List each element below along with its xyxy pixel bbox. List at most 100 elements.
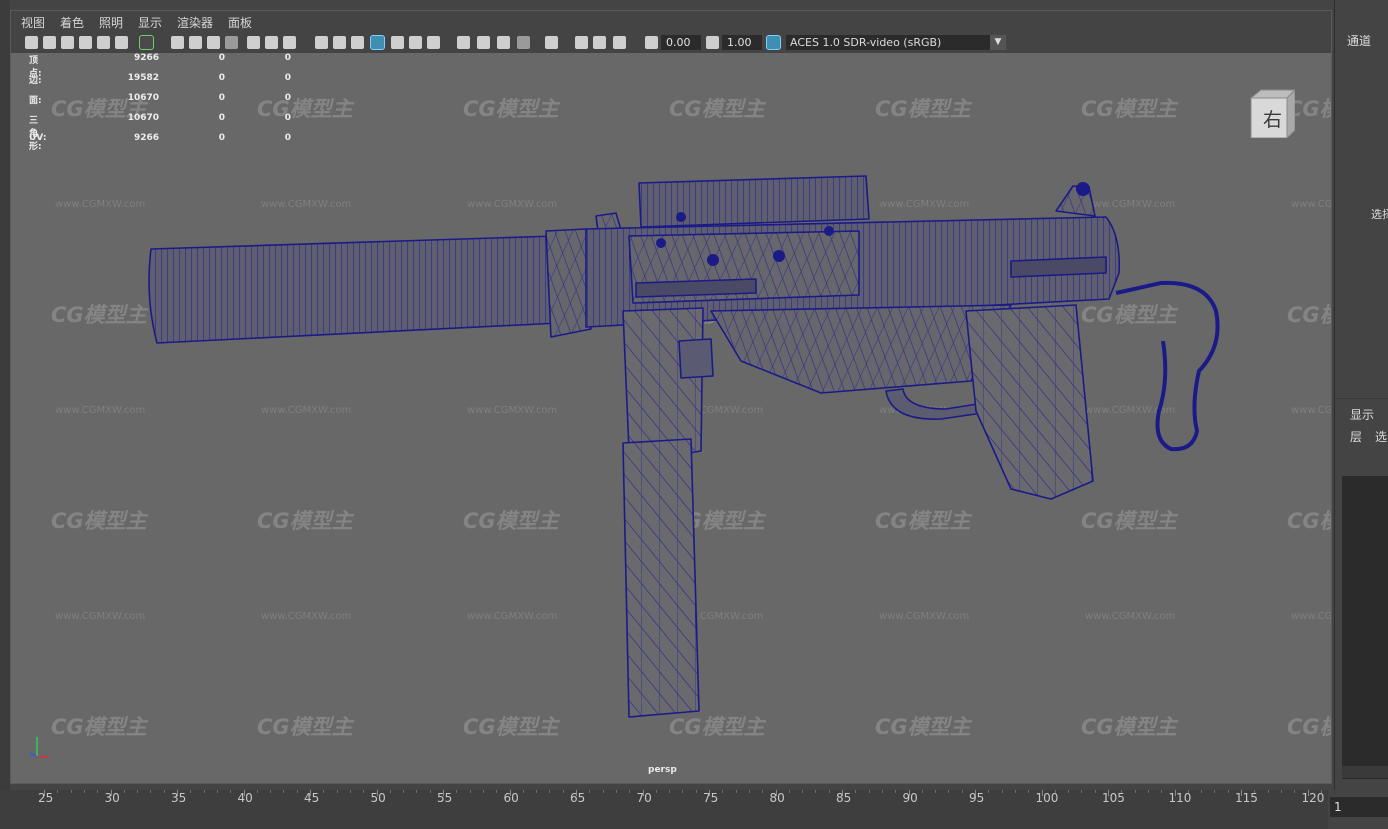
timeline-tick-label: 85: [836, 791, 852, 805]
left-edge: [0, 0, 10, 790]
timeline-minor-tick: [403, 790, 405, 793]
timeline-minor-tick: [655, 790, 657, 793]
time-slider[interactable]: 25 30 35 40 45 50 55 60 65 70 75 80 85 90 95 100 105 110 1…: [0, 790, 1328, 829]
tab-options[interactable]: 选: [1375, 428, 1387, 445]
timeline-tick-label: 75: [703, 791, 719, 805]
screw: [707, 254, 719, 266]
timeline-minor-tick: [1227, 790, 1229, 793]
timeline-minor-tick: [349, 790, 351, 793]
tab-layers[interactable]: 层: [1350, 428, 1362, 445]
smg-wireframe-model[interactable]: [11, 11, 1331, 783]
timeline-tick-label: 70: [636, 791, 652, 805]
timeline-minor-tick: [496, 790, 498, 793]
timeline-minor-tick: [735, 790, 737, 793]
timeline-minor-tick: [296, 790, 298, 793]
timeline-minor-tick: [828, 790, 830, 793]
timeline-tick-label: 25: [38, 791, 54, 805]
timeline-tick-label: 60: [503, 791, 519, 805]
maya-window: 视图 着色 照明 显示 渲染器 面板 0.00 1.00 ACES 1.0 SD…: [0, 0, 1388, 829]
timeline-minor-tick: [469, 790, 471, 793]
timeline-minor-tick: [988, 790, 990, 793]
timeline-minor-tick: [615, 790, 617, 793]
timeline-minor-tick: [83, 790, 85, 793]
tab-display[interactable]: 显示: [1350, 406, 1374, 423]
timeline-minor-tick: [389, 790, 391, 793]
timeline-minor-tick: [416, 790, 418, 793]
timeline-minor-tick: [482, 790, 484, 793]
timeline-minor-tick: [788, 790, 790, 793]
timeline-minor-tick: [802, 790, 804, 793]
camera-name-label: persp: [648, 765, 677, 775]
timeline-minor-tick: [429, 790, 431, 793]
charging-slot: [635, 278, 757, 298]
timeline-minor-tick: [270, 790, 272, 793]
timeline-minor-tick: [456, 790, 458, 793]
timeline-minor-tick: [1294, 790, 1296, 793]
pistol-grip: [965, 304, 1094, 500]
timeline-minor-tick: [230, 790, 232, 793]
timeline-minor-tick: [1094, 790, 1096, 793]
timeline-minor-tick: [203, 790, 205, 793]
timeline-minor-tick: [70, 790, 72, 793]
timeline-minor-tick: [748, 790, 750, 793]
layer-list[interactable]: [1342, 476, 1388, 779]
screw: [824, 226, 834, 236]
timeline-minor-tick: [163, 790, 165, 793]
timeline-minor-tick: [629, 790, 631, 793]
timeline-minor-tick: [562, 790, 564, 793]
timeline-minor-tick: [1214, 790, 1216, 793]
timeline-minor-tick: [283, 790, 285, 793]
timeline-minor-tick: [1121, 790, 1123, 793]
current-frame-field[interactable]: 1: [1330, 797, 1388, 817]
timeline-minor-tick: [123, 790, 125, 793]
timeline-tick-label: 80: [769, 791, 785, 805]
timeline-minor-tick: [190, 790, 192, 793]
select-label: 选择: [1371, 208, 1388, 221]
timeline-minor-tick: [1161, 790, 1163, 793]
timeline-tick-label: 50: [370, 791, 386, 805]
timeline-tick-label: 30: [104, 791, 120, 805]
timeline-minor-tick: [137, 790, 139, 793]
3d-viewport[interactable]: 视图 着色 照明 显示 渲染器 面板 0.00 1.00 ACES 1.0 SD…: [10, 10, 1332, 784]
timeline-tick-label: 100: [1035, 791, 1059, 805]
timeline-minor-tick: [948, 790, 950, 793]
timeline-minor-tick: [216, 790, 218, 793]
timeline-minor-tick: [57, 790, 59, 793]
timeline-minor-tick: [589, 790, 591, 793]
timeline-minor-tick: [522, 790, 524, 793]
timeline-tick-label: 55: [437, 791, 453, 805]
timeline-minor-tick: [935, 790, 937, 793]
timeline-minor-tick: [1134, 790, 1136, 793]
timeline-minor-tick: [1068, 790, 1070, 793]
timeline-minor-tick: [1254, 790, 1256, 793]
mag-release: [678, 338, 714, 379]
timeline-minor-tick: [669, 790, 671, 793]
timeline-minor-tick: [1028, 790, 1030, 793]
timeline-tick-label: 110: [1168, 791, 1192, 805]
screw: [656, 238, 666, 248]
timeline-minor-tick: [1267, 790, 1269, 793]
timeline-minor-tick: [1320, 790, 1322, 793]
timeline-minor-tick: [762, 790, 764, 793]
axis-gizmo: [29, 737, 49, 758]
tab-channels[interactable]: 通道: [1347, 32, 1371, 49]
view-cube-label: 右: [1263, 109, 1283, 131]
timeline-minor-tick: [336, 790, 338, 793]
timeline-minor-tick: [722, 790, 724, 793]
timeline-minor-tick: [1014, 790, 1016, 793]
timeline-minor-tick: [602, 790, 604, 793]
timeline-minor-tick: [1001, 790, 1003, 793]
timeline-tick-label: 90: [902, 791, 918, 805]
timeline-tick-label: 95: [969, 791, 985, 805]
timeline-minor-tick: [1054, 790, 1056, 793]
ejection-port: [1010, 256, 1107, 278]
layer-list-scrollbar[interactable]: [1342, 766, 1388, 778]
timeline-minor-tick: [256, 790, 258, 793]
timeline-tick-label: 105: [1102, 791, 1125, 805]
timeline-minor-tick: [695, 790, 697, 793]
timeline-minor-tick: [323, 790, 325, 793]
timeline-minor-tick: [1187, 790, 1189, 793]
timeline-minor-tick: [549, 790, 551, 793]
timeline-tick-label: 35: [171, 791, 187, 805]
timeline-minor-tick: [1147, 790, 1149, 793]
